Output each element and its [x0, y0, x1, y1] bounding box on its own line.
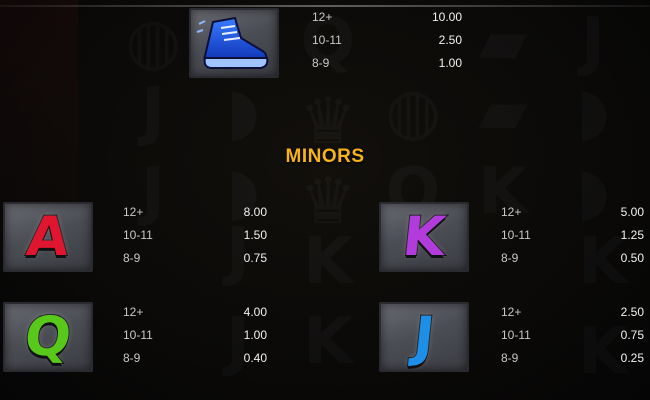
payout-value: 2.50	[620, 305, 644, 319]
k-paytable: 12+ 5.00 10-11 1.25 8-9 0.50	[501, 205, 644, 274]
letter-j-icon: J	[410, 304, 439, 369]
payout-value: 1.50	[243, 228, 267, 242]
symbol-count: 12+	[123, 305, 144, 319]
payout-value: 0.40	[243, 351, 267, 365]
symbol-k-tile: K	[379, 202, 469, 272]
top-divider	[0, 5, 650, 7]
payout-value: 0.50	[620, 251, 644, 265]
letter-q-icon: Q	[21, 304, 76, 369]
letter-a-icon: A	[23, 204, 73, 269]
letter-k-icon: K	[399, 204, 449, 269]
payout-value: 10.00	[431, 10, 462, 24]
payout-value: 0.75	[620, 328, 644, 342]
symbol-j-tile: J	[379, 302, 469, 372]
j-paytable: 12+ 2.50 10-11 0.75 8-9 0.25	[501, 305, 644, 374]
payout-value: 1.00	[438, 56, 462, 70]
a-paytable: 12+ 8.00 10-11 1.50 8-9 0.75	[123, 205, 267, 274]
symbol-count: 8-9	[312, 56, 330, 70]
symbol-count: 12+	[501, 205, 522, 219]
symbol-count: 10-11	[123, 228, 153, 242]
payout-value: 2.50	[438, 33, 462, 47]
symbol-count: 8-9	[501, 351, 519, 365]
symbol-count: 10-11	[501, 328, 531, 342]
symbol-count: 10-11	[501, 228, 531, 242]
symbol-a-tile: A	[3, 202, 93, 272]
sneaker-symbol-tile	[189, 8, 279, 78]
payout-value: 4.00	[243, 305, 267, 319]
symbol-count: 8-9	[123, 351, 141, 365]
payout-value: 8.00	[243, 205, 267, 219]
payout-value: 5.00	[620, 205, 644, 219]
symbol-count: 12+	[501, 305, 522, 319]
symbol-count: 12+	[312, 10, 333, 24]
symbol-count: 8-9	[501, 251, 519, 265]
symbol-count: 10-11	[123, 328, 153, 342]
payout-value: 1.25	[620, 228, 644, 242]
paytable-row: 12+ 10.00	[312, 10, 462, 33]
symbol-q-tile: Q	[3, 302, 93, 372]
sneaker-paytable: 12+ 10.00 10-11 2.50 8-9 1.00	[312, 10, 462, 79]
symbol-count: 12+	[123, 205, 144, 219]
symbol-count: 10-11	[312, 33, 342, 47]
q-paytable: 12+ 4.00 10-11 1.00 8-9 0.40	[123, 305, 267, 374]
paytable-row: 10-11 2.50	[312, 33, 462, 56]
payout-value: 1.00	[243, 328, 267, 342]
symbol-count: 8-9	[123, 251, 141, 265]
blue-sneaker-icon	[196, 16, 269, 69]
payout-value: 0.75	[243, 251, 267, 265]
minors-heading: MINORS	[285, 146, 365, 167]
payout-value: 0.25	[620, 351, 644, 365]
paytable-row: 8-9 1.00	[312, 56, 462, 79]
